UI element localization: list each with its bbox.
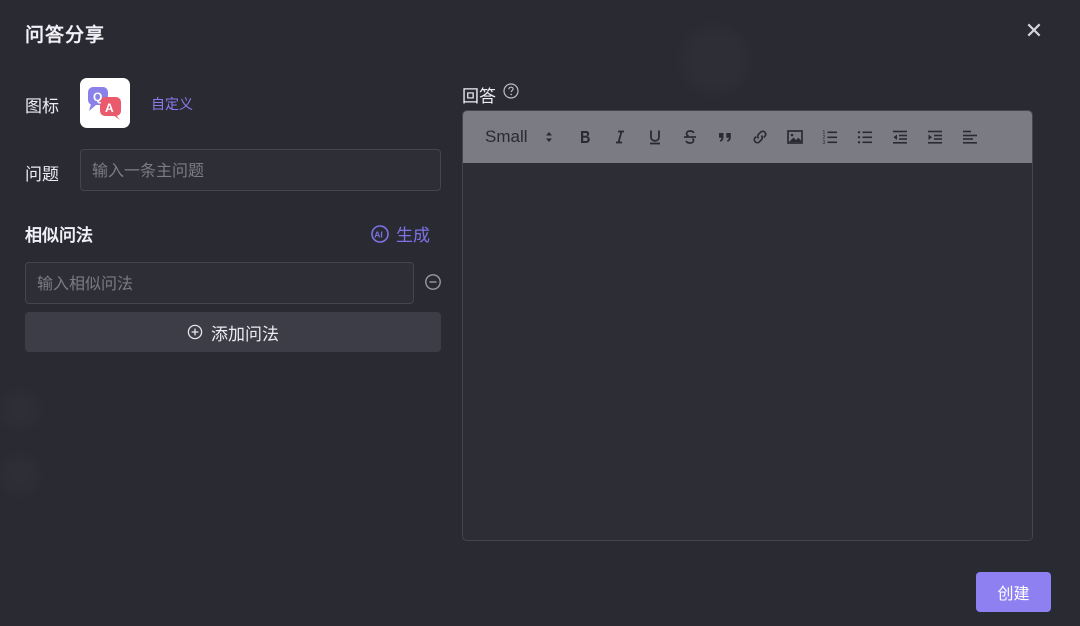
similar-questions-title: 相似问法 [25,226,93,246]
underline-icon[interactable] [638,122,673,152]
font-size-select[interactable]: Small [485,127,554,147]
backdrop-shape [0,455,40,495]
ai-generate-button[interactable]: AI 生成 [370,221,430,246]
dialog-title: 问答分享 [25,24,106,46]
italic-icon[interactable] [603,122,638,152]
svg-text:A: A [105,101,114,115]
select-arrows-icon [545,132,552,142]
remove-circle-icon[interactable] [424,273,442,291]
help-icon[interactable] [503,83,519,99]
generate-label: 生成 [396,226,430,246]
editor-toolbar: Small 1 2 3 [463,111,1032,163]
create-button[interactable]: 创建 [976,572,1051,612]
align-left-icon[interactable] [953,122,988,152]
blockquote-icon[interactable] [708,122,743,152]
ai-icon: AI [371,224,389,243]
svg-text:AI: AI [374,229,383,239]
bullet-list-icon[interactable] [848,122,883,152]
svg-text:3: 3 [823,140,826,146]
answer-rich-text-editor: Small 1 2 3 [462,110,1033,541]
similar-question-input[interactable] [25,262,414,304]
link-icon[interactable] [743,122,778,152]
add-similar-question-button[interactable]: 添加问法 [25,312,441,352]
qa-share-dialog: 问答分享 ✕ 图标 Q A 自定义 问题 相似问法 AI 生成 [0,0,1080,626]
icon-label: 图标 [25,97,59,117]
qa-chat-icon: Q A [88,87,121,120]
outdent-icon[interactable] [883,122,918,152]
question-input[interactable] [80,149,441,191]
question-label: 问题 [25,165,59,185]
bold-icon[interactable] [568,122,603,152]
add-question-label: 添加问法 [211,324,279,345]
image-icon[interactable] [778,122,813,152]
qa-icon-preview[interactable]: Q A [80,78,130,128]
answer-editor-content[interactable] [463,163,1032,540]
add-circle-icon [187,324,203,340]
ordered-list-icon[interactable]: 123 [813,122,848,152]
backdrop-shape [0,390,40,430]
answer-label: 回答 [462,87,496,107]
customize-icon-link[interactable]: 自定义 [151,94,193,114]
strikethrough-icon[interactable] [673,122,708,152]
indent-icon[interactable] [918,122,953,152]
svg-text:Q: Q [93,90,102,104]
font-size-value: Small [485,127,528,146]
backdrop-shape [680,25,750,95]
close-icon[interactable]: ✕ [1022,20,1046,44]
